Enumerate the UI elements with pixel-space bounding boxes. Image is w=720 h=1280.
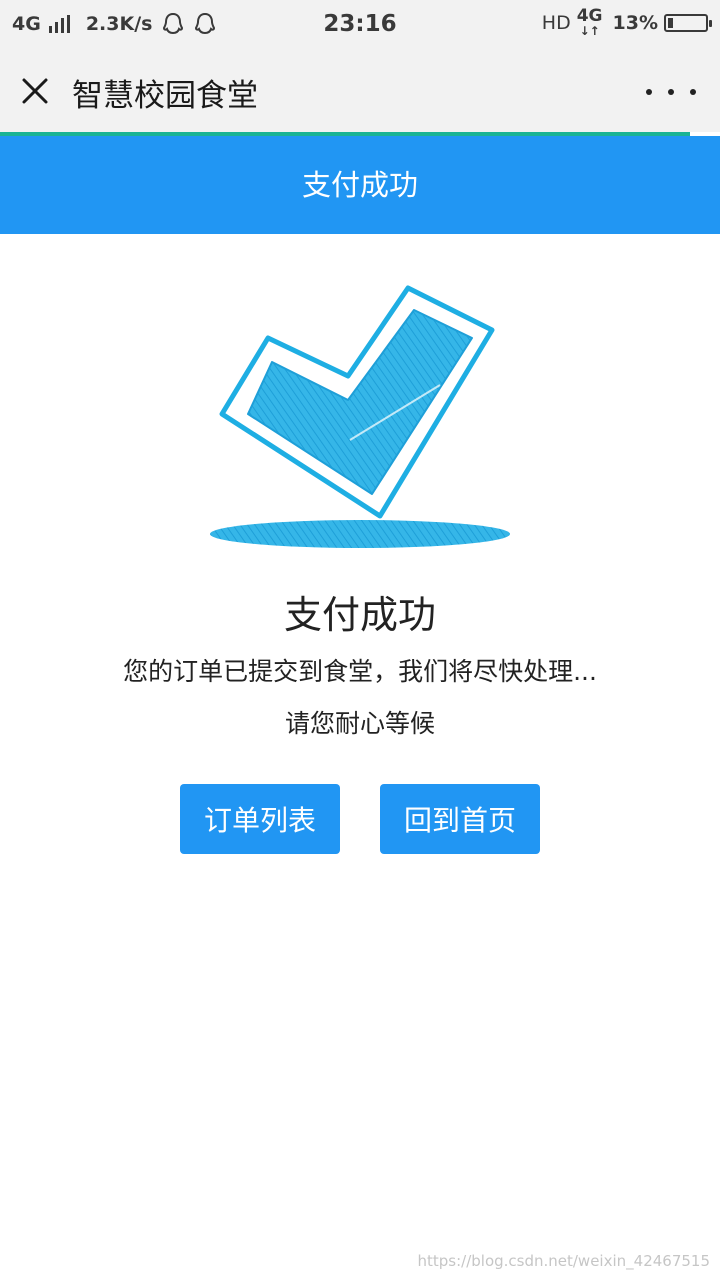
more-dot	[646, 89, 652, 95]
status-right: HD 4G ↓↑ 13%	[541, 6, 712, 38]
watermark: https://blog.csdn.net/weixin_42467515	[417, 1252, 710, 1270]
close-icon	[22, 78, 48, 104]
status-bar: 4G 2.3K/s 23:16 HD 4G ↓↑ 13%	[0, 0, 720, 50]
more-button[interactable]	[646, 78, 696, 106]
result-message: 您的订单已提交到食堂，我们将尽快处理...	[123, 657, 597, 686]
result-title: 支付成功	[283, 593, 436, 637]
battery-percent: 13%	[612, 11, 658, 34]
app-header: 智慧校园食堂	[0, 50, 720, 132]
success-check-icon	[210, 285, 510, 548]
data-arrows-icon: ↓↑	[579, 24, 600, 38]
app-title: 智慧校园食堂	[72, 78, 258, 114]
hd-indicator: HD	[541, 11, 571, 34]
mobile-data-indicator: 4G ↓↑	[576, 6, 603, 38]
battery-fill	[668, 17, 673, 28]
mobile-data-label: 4G	[576, 6, 603, 26]
back-home-button[interactable]: 回到首页	[380, 784, 540, 854]
result-wait-message: 请您耐心等候	[284, 709, 435, 738]
more-dot	[668, 89, 674, 95]
nav-title: 支付成功	[301, 168, 418, 202]
more-dot	[690, 89, 696, 95]
page-nav-bar: 支付成功	[0, 136, 720, 234]
battery-icon	[664, 13, 712, 32]
close-button[interactable]	[14, 70, 56, 112]
order-list-button[interactable]: 订单列表	[180, 784, 340, 854]
